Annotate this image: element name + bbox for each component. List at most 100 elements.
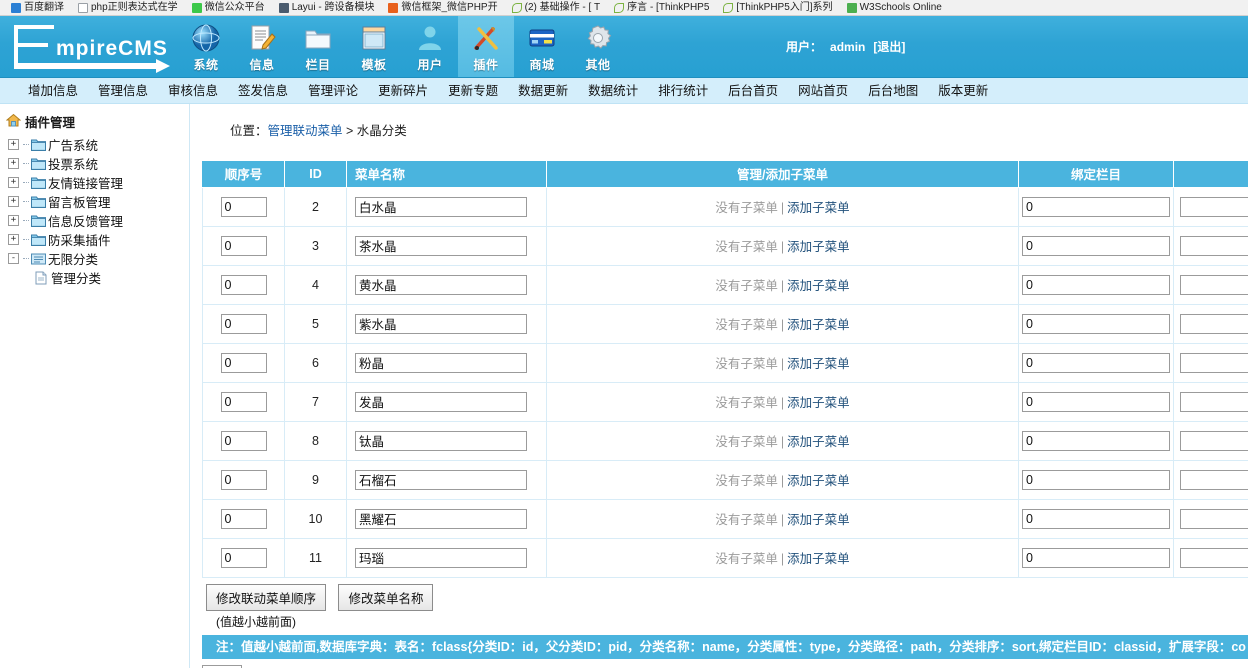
subnav-item-4[interactable]: 管理评论 — [298, 78, 368, 104]
order-input[interactable] — [220, 352, 267, 373]
order-input[interactable] — [220, 547, 267, 568]
expand-icon[interactable]: + — [8, 139, 19, 150]
sidebar-item-6[interactable]: - 无限分类 — [4, 249, 189, 268]
subnav-item-2[interactable]: 审核信息 — [158, 78, 228, 104]
menu-name-input[interactable] — [355, 508, 527, 529]
order-input[interactable] — [220, 235, 267, 256]
bookmark-item[interactable]: Layui - 跨设备模块 — [272, 2, 382, 14]
add-submenu-link[interactable]: 添加子菜单 — [787, 357, 850, 371]
bookmark-item[interactable]: (2) 基础操作 - [ T — [505, 2, 608, 14]
nav-item-shop[interactable]: 商城 — [514, 16, 570, 77]
page-count-input[interactable] — [202, 664, 242, 668]
subnav-item-5[interactable]: 更新碎片 — [368, 78, 438, 104]
order-input[interactable] — [220, 508, 267, 529]
expand-icon[interactable]: + — [8, 215, 19, 226]
collapse-icon[interactable]: - — [8, 253, 19, 264]
nav-item-user[interactable]: 用户 — [402, 16, 458, 77]
add-submenu-link[interactable]: 添加子菜单 — [787, 552, 850, 566]
ext-field-input[interactable] — [1180, 235, 1248, 256]
menu-name-input[interactable] — [355, 469, 527, 490]
expand-icon[interactable]: + — [8, 177, 19, 188]
menu-name-input[interactable] — [355, 391, 527, 412]
nav-item-info[interactable]: 信息 — [234, 16, 290, 77]
add-submenu-link[interactable]: 添加子菜单 — [787, 435, 850, 449]
bind-column-input[interactable] — [1022, 508, 1170, 529]
ext-field-input[interactable] — [1180, 352, 1248, 373]
sidebar-item-1[interactable]: + 投票系统 — [4, 154, 189, 173]
menu-name-input[interactable] — [355, 196, 527, 217]
subnav-item-7[interactable]: 数据更新 — [508, 78, 578, 104]
menu-name-input[interactable] — [355, 430, 527, 451]
menu-name-input[interactable] — [355, 235, 527, 256]
rename-menu-button[interactable]: 修改菜单名称 — [338, 583, 434, 611]
sidebar-item-4[interactable]: + 信息反馈管理 — [4, 211, 189, 230]
nav-item-column[interactable]: 栏目 — [290, 16, 346, 77]
expand-icon[interactable]: + — [8, 158, 19, 169]
expand-icon[interactable]: + — [8, 196, 19, 207]
ext-field-input[interactable] — [1180, 313, 1248, 334]
order-input[interactable] — [220, 196, 267, 217]
menu-name-input[interactable] — [355, 313, 527, 334]
add-submenu-link[interactable]: 添加子菜单 — [787, 240, 850, 254]
nav-item-plugin[interactable]: 插件 — [458, 16, 514, 77]
subnav-item-9[interactable]: 排行统计 — [648, 78, 718, 104]
bind-column-input[interactable] — [1022, 313, 1170, 334]
menu-name-input[interactable] — [355, 274, 527, 295]
subnav-item-0[interactable]: 增加信息 — [18, 78, 88, 104]
breadcrumb-link-parent[interactable]: 管理联动菜单 — [268, 124, 343, 138]
bind-column-input[interactable] — [1022, 430, 1170, 451]
ext-field-input[interactable] — [1180, 274, 1248, 295]
bookmark-item[interactable]: 序言 - [ThinkPHP5 — [607, 2, 716, 14]
subnav-item-6[interactable]: 更新专题 — [438, 78, 508, 104]
bind-column-input[interactable] — [1022, 391, 1170, 412]
sidebar-item-5[interactable]: + 防采集插件 — [4, 230, 189, 249]
subnav-item-3[interactable]: 签发信息 — [228, 78, 298, 104]
bind-column-input[interactable] — [1022, 196, 1170, 217]
menu-name-input[interactable] — [355, 547, 527, 568]
menu-name-input[interactable] — [355, 352, 527, 373]
empirecms-logo[interactable]: mpireCMS — [0, 16, 178, 77]
order-input[interactable] — [220, 469, 267, 490]
expand-icon[interactable]: + — [8, 234, 19, 245]
add-submenu-link[interactable]: 添加子菜单 — [787, 318, 850, 332]
ext-field-input[interactable] — [1180, 430, 1248, 451]
add-submenu-link[interactable]: 添加子菜单 — [787, 279, 850, 293]
add-submenu-link[interactable]: 添加子菜单 — [787, 201, 850, 215]
sidebar-item-3[interactable]: + 留言板管理 — [4, 192, 189, 211]
reorder-menu-button[interactable]: 修改联动菜单顺序 — [206, 583, 327, 611]
subnav-item-10[interactable]: 后台首页 — [718, 78, 788, 104]
order-input[interactable] — [220, 391, 267, 412]
bind-column-input[interactable] — [1022, 469, 1170, 490]
ext-field-input[interactable] — [1180, 196, 1248, 217]
bind-column-input[interactable] — [1022, 547, 1170, 568]
logout-link[interactable]: [退出] — [873, 38, 905, 55]
sidebar-item-2[interactable]: + 友情链接管理 — [4, 173, 189, 192]
order-input[interactable] — [220, 430, 267, 451]
add-submenu-link[interactable]: 添加子菜单 — [787, 513, 850, 527]
bookmark-item[interactable]: 微信框架_微信PHP开 — [381, 2, 504, 14]
nav-item-other[interactable]: 其他 — [570, 16, 626, 77]
nav-item-system[interactable]: 系统 — [178, 16, 234, 77]
subnav-item-1[interactable]: 管理信息 — [88, 78, 158, 104]
ext-field-input[interactable] — [1180, 469, 1248, 490]
bookmark-item[interactable]: 微信公众平台 — [185, 2, 272, 14]
subnav-item-12[interactable]: 后台地图 — [858, 78, 928, 104]
bookmark-item[interactable]: php正则表达式在学 — [71, 2, 185, 14]
nav-item-template[interactable]: 模板 — [346, 16, 402, 77]
bookmark-item[interactable]: 百度翻译 — [4, 2, 71, 14]
bookmark-item[interactable]: [ThinkPHP5入门]系列 — [716, 2, 839, 14]
sidebar-item-0[interactable]: + 广告系统 — [4, 135, 189, 154]
add-submenu-link[interactable]: 添加子菜单 — [787, 474, 850, 488]
subnav-item-8[interactable]: 数据统计 — [578, 78, 648, 104]
ext-field-input[interactable] — [1180, 508, 1248, 529]
ext-field-input[interactable] — [1180, 547, 1248, 568]
order-input[interactable] — [220, 274, 267, 295]
bind-column-input[interactable] — [1022, 274, 1170, 295]
sidebar-item-7[interactable]: 管理分类 — [4, 268, 189, 287]
bookmark-item[interactable]: W3Schools Online — [840, 2, 949, 14]
bind-column-input[interactable] — [1022, 352, 1170, 373]
order-input[interactable] — [220, 313, 267, 334]
subnav-item-13[interactable]: 版本更新 — [928, 78, 998, 104]
subnav-item-11[interactable]: 网站首页 — [788, 78, 858, 104]
ext-field-input[interactable] — [1180, 391, 1248, 412]
